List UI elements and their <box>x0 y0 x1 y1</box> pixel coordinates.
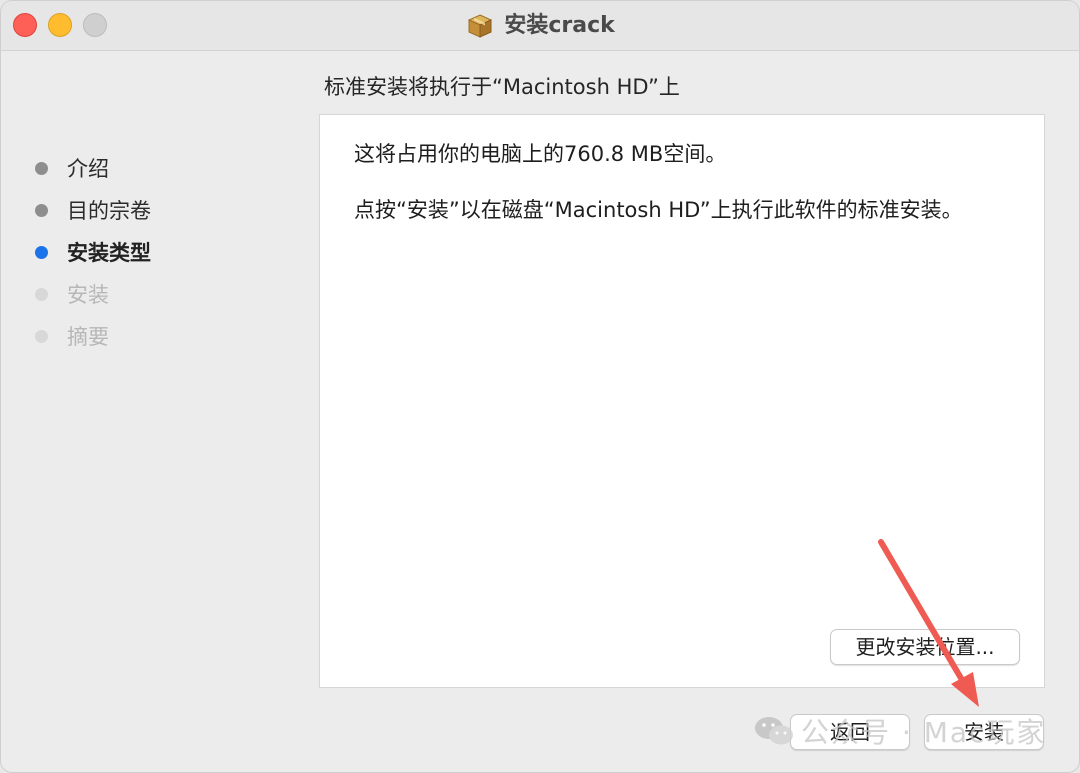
package-icon <box>468 13 493 38</box>
sidebar-step-label: 介绍 <box>67 157 109 181</box>
disk-space-text: 这将占用你的电脑上的760.8 MB空间。 <box>354 142 727 166</box>
sidebar-step-label: 安装 <box>67 283 109 307</box>
sidebar-step-label: 摘要 <box>67 325 109 349</box>
sidebar-step-summary: 摘要 <box>35 315 295 357</box>
content-panel: 这将占用你的电脑上的760.8 MB空间。 点按“安装”以在磁盘“Macinto… <box>319 114 1045 688</box>
sidebar-step-destination: 目的宗卷 <box>35 189 295 231</box>
step-done-dot-icon <box>35 203 48 217</box>
sidebar-step-install: 安装 <box>35 273 295 315</box>
installer-window: 安装crack 介绍 目的宗卷 安装类型 安装 摘要 标准安装将执行于“Maci… <box>0 0 1080 773</box>
step-sidebar: 介绍 目的宗卷 安装类型 安装 摘要 <box>35 147 295 357</box>
window-title-text: 安装crack <box>504 12 615 38</box>
sidebar-step-introduction: 介绍 <box>35 147 295 189</box>
install-button[interactable]: 安装 <box>924 714 1044 750</box>
back-button[interactable]: 返回 <box>790 714 910 750</box>
step-done-dot-icon <box>35 161 48 175</box>
window-title: 安装crack <box>1 9 1079 41</box>
step-pending-dot-icon <box>35 287 48 301</box>
step-current-dot-icon <box>35 245 48 259</box>
sidebar-step-label: 安装类型 <box>67 241 151 265</box>
wechat-logo-icon <box>755 717 793 745</box>
title-bar: 安装crack <box>1 1 1079 51</box>
sidebar-step-label: 目的宗卷 <box>67 199 151 223</box>
step-pending-dot-icon <box>35 329 48 343</box>
install-instruction-text: 点按“安装”以在磁盘“Macintosh HD”上执行此软件的标准安装。 <box>354 198 963 222</box>
change-install-location-button[interactable]: 更改安装位置... <box>830 629 1020 665</box>
sidebar-step-installation-type: 安装类型 <box>35 231 295 273</box>
page-heading: 标准安装将执行于“Macintosh HD”上 <box>324 75 680 99</box>
